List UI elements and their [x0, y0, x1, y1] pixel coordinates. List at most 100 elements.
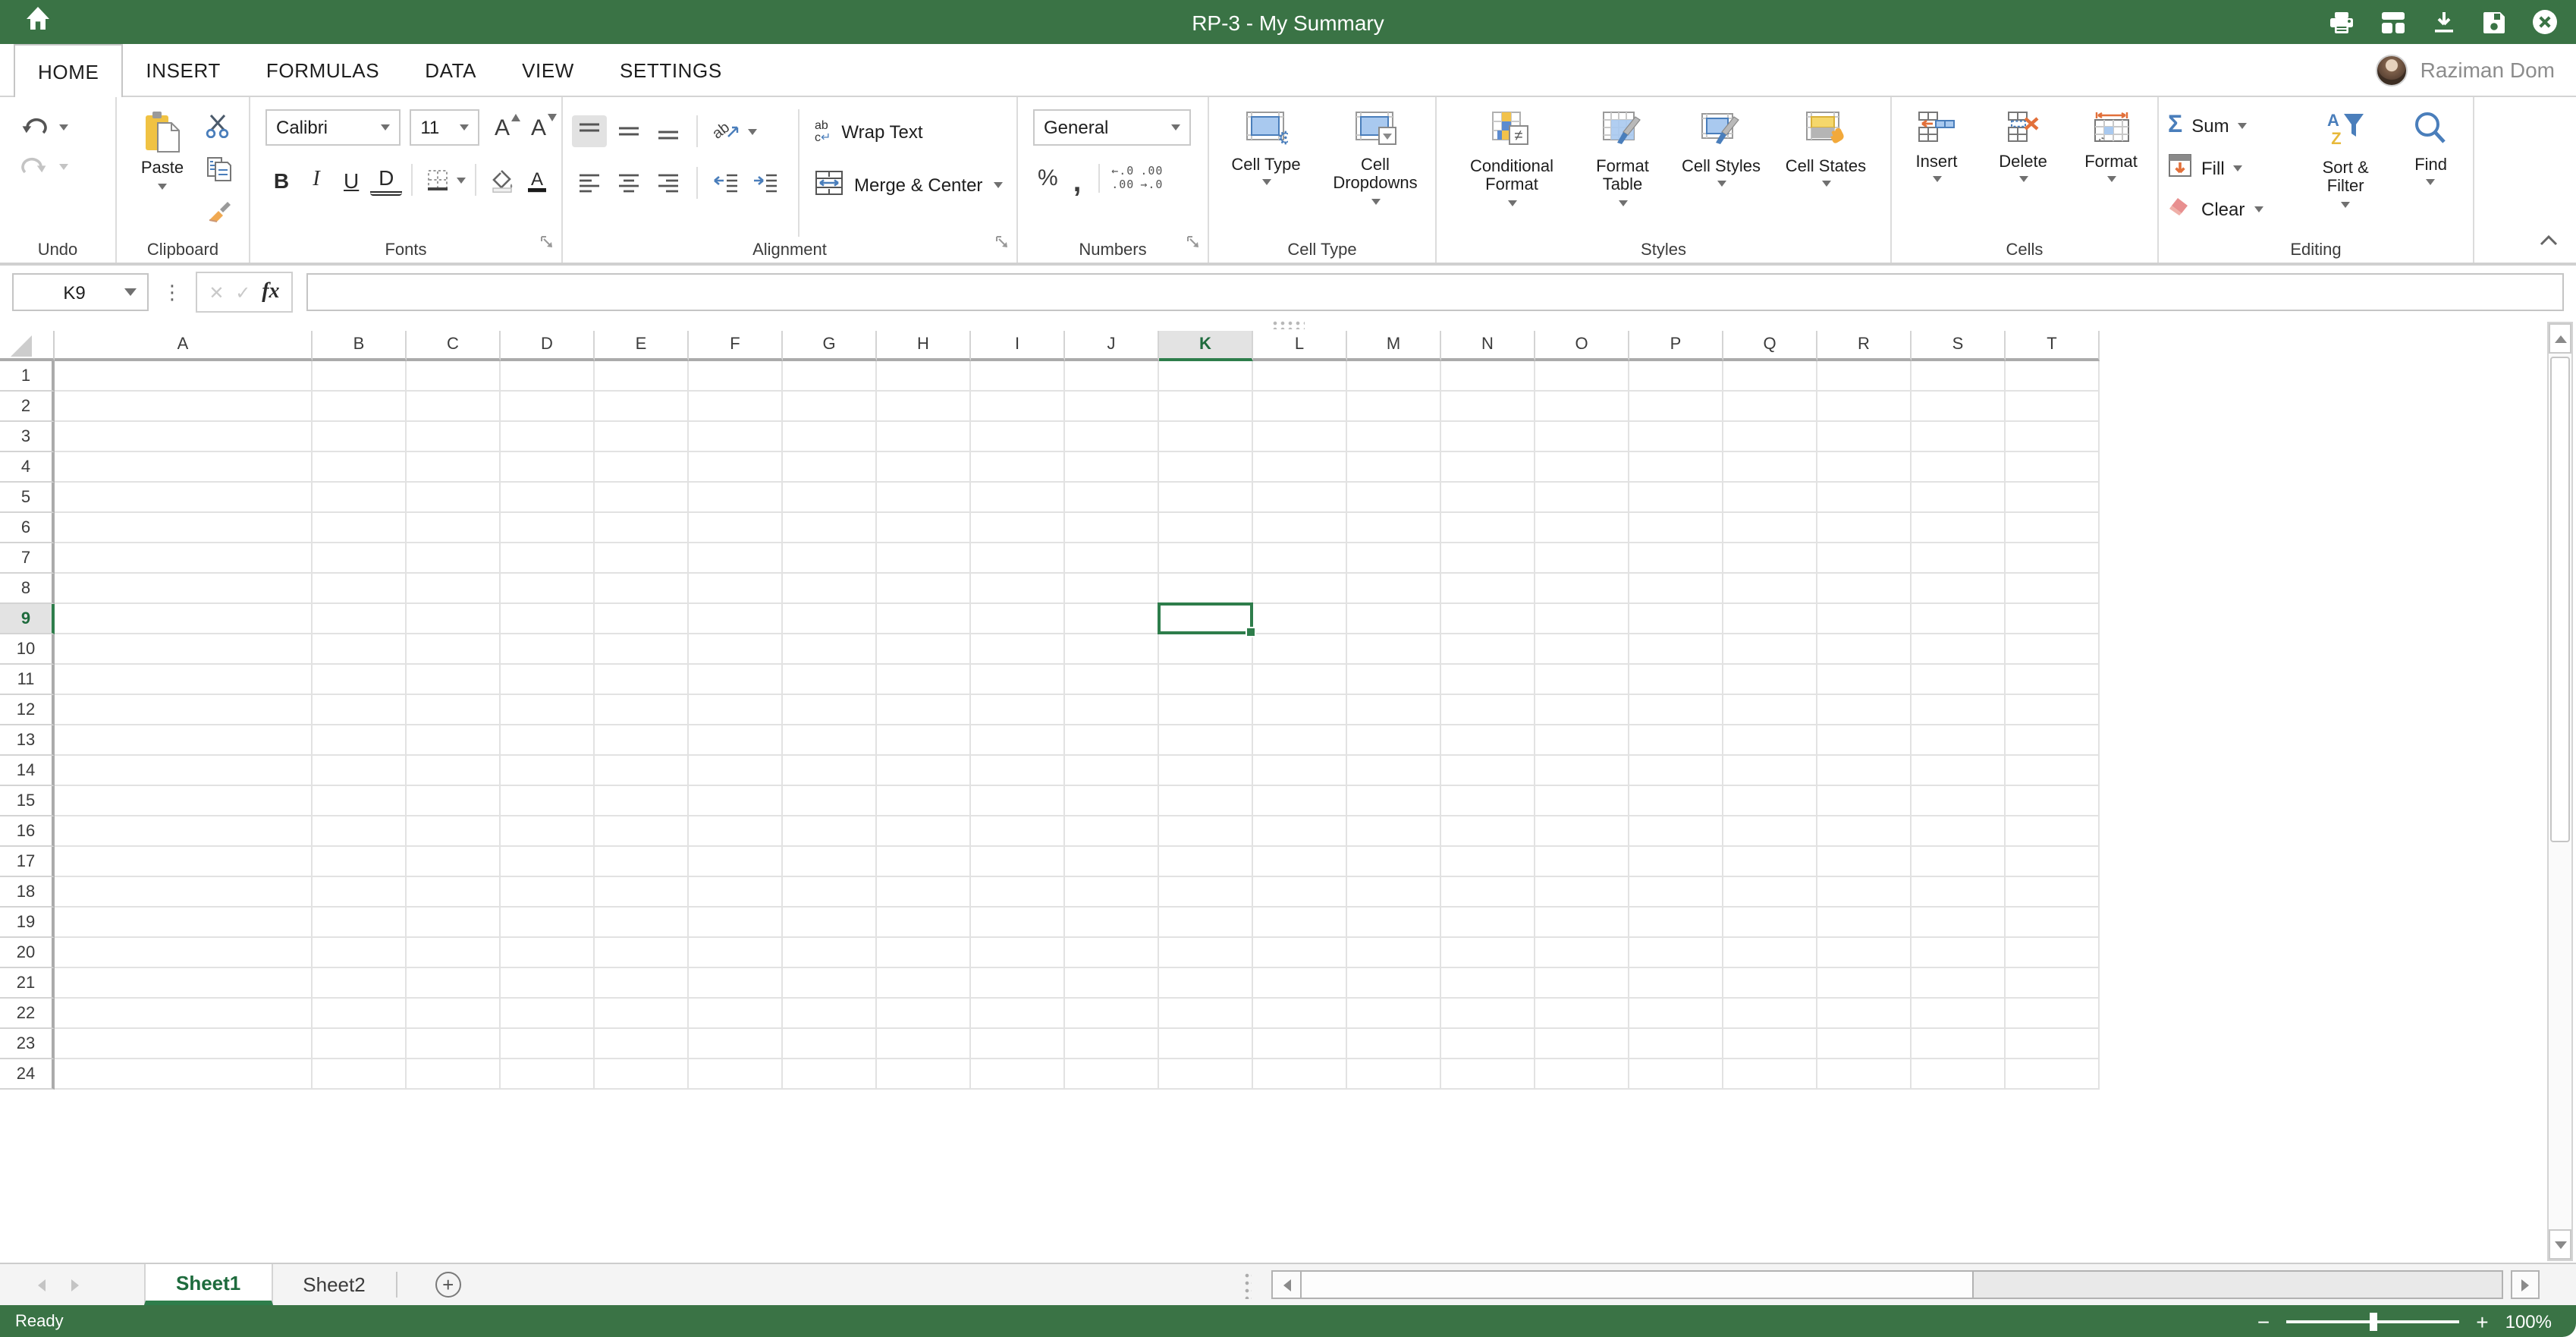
cell-H7[interactable] — [877, 543, 971, 574]
format-painter-icon[interactable] — [205, 200, 232, 232]
cell-type-caret[interactable] — [1261, 180, 1271, 186]
cell-Q10[interactable] — [1723, 634, 1817, 665]
cell-Q15[interactable] — [1723, 786, 1817, 816]
cell-D13[interactable] — [501, 725, 595, 756]
cell-I24[interactable] — [971, 1059, 1065, 1090]
cell-F1[interactable] — [689, 361, 783, 392]
cell-H2[interactable] — [877, 392, 971, 422]
cell-K15[interactable] — [1159, 786, 1253, 816]
cell-P2[interactable] — [1629, 392, 1723, 422]
home-button[interactable] — [26, 6, 50, 38]
cell-type-button[interactable]: ⚙ Cell Type — [1219, 109, 1313, 237]
sum-button[interactable]: Σ Sum — [2168, 112, 2293, 140]
cell-H20[interactable] — [877, 938, 971, 968]
cell-L12[interactable] — [1253, 695, 1347, 725]
cell-A5[interactable] — [55, 483, 313, 513]
cell-L13[interactable] — [1253, 725, 1347, 756]
cell-Q11[interactable] — [1723, 665, 1817, 695]
tab-settings[interactable]: SETTINGS — [597, 44, 745, 96]
cell-M12[interactable] — [1347, 695, 1441, 725]
formula-bar-grip-icon[interactable]: ⋮ — [162, 280, 182, 304]
download-icon[interactable] — [2432, 10, 2456, 34]
cell-S11[interactable] — [1912, 665, 2006, 695]
column-header-I[interactable]: I — [971, 331, 1065, 361]
cell-C18[interactable] — [407, 877, 501, 908]
column-header-J[interactable]: J — [1065, 331, 1159, 361]
row-header-16[interactable]: 16 — [0, 816, 55, 847]
merge-center-caret[interactable] — [993, 182, 1002, 188]
column-header-F[interactable]: F — [689, 331, 783, 361]
cell-P23[interactable] — [1629, 1029, 1723, 1059]
cell-H21[interactable] — [877, 968, 971, 999]
cell-O21[interactable] — [1535, 968, 1629, 999]
row-header-6[interactable]: 6 — [0, 513, 55, 543]
cell-P6[interactable] — [1629, 513, 1723, 543]
row-header-18[interactable]: 18 — [0, 877, 55, 908]
cell-R11[interactable] — [1817, 665, 1912, 695]
column-header-B[interactable]: B — [313, 331, 407, 361]
cell-S10[interactable] — [1912, 634, 2006, 665]
cell-G3[interactable] — [783, 422, 877, 452]
cell-L8[interactable] — [1253, 574, 1347, 604]
cell-S8[interactable] — [1912, 574, 2006, 604]
board-icon[interactable] — [2380, 10, 2406, 34]
cell-T16[interactable] — [2006, 816, 2100, 847]
cell-Q13[interactable] — [1723, 725, 1817, 756]
cell-Q19[interactable] — [1723, 908, 1817, 938]
cell-L16[interactable] — [1253, 816, 1347, 847]
undo-button[interactable] — [21, 117, 106, 137]
fill-color-button[interactable] — [485, 164, 517, 196]
cell-M15[interactable] — [1347, 786, 1441, 816]
cell-H17[interactable] — [877, 847, 971, 877]
cell-L9[interactable] — [1253, 604, 1347, 634]
close-icon[interactable] — [2532, 9, 2558, 35]
vertical-scrollbar[interactable] — [2547, 322, 2573, 1261]
cell-Q3[interactable] — [1723, 422, 1817, 452]
sort-filter-button[interactable]: AZ Sort & Filter — [2302, 109, 2389, 237]
cell-J9[interactable] — [1065, 604, 1159, 634]
cell-I10[interactable] — [971, 634, 1065, 665]
cell-D21[interactable] — [501, 968, 595, 999]
cell-K16[interactable] — [1159, 816, 1253, 847]
cell-P22[interactable] — [1629, 999, 1723, 1029]
cell-C13[interactable] — [407, 725, 501, 756]
cell-F19[interactable] — [689, 908, 783, 938]
cell-H3[interactable] — [877, 422, 971, 452]
cell-A8[interactable] — [55, 574, 313, 604]
cell-T21[interactable] — [2006, 968, 2100, 999]
cell-O13[interactable] — [1535, 725, 1629, 756]
cell-H6[interactable] — [877, 513, 971, 543]
cell-M13[interactable] — [1347, 725, 1441, 756]
cell-E9[interactable] — [595, 604, 689, 634]
underline-button[interactable]: U — [335, 164, 367, 196]
collapse-ribbon-icon[interactable] — [2540, 229, 2558, 250]
add-sheet-button[interactable]: + — [435, 1272, 461, 1298]
cell-S12[interactable] — [1912, 695, 2006, 725]
cell-G8[interactable] — [783, 574, 877, 604]
cell-H19[interactable] — [877, 908, 971, 938]
cell-S15[interactable] — [1912, 786, 2006, 816]
sort-filter-caret[interactable] — [2341, 202, 2350, 208]
cell-O18[interactable] — [1535, 877, 1629, 908]
row-header-4[interactable]: 4 — [0, 452, 55, 483]
cell-P1[interactable] — [1629, 361, 1723, 392]
cell-C16[interactable] — [407, 816, 501, 847]
cell-L11[interactable] — [1253, 665, 1347, 695]
cell-F24[interactable] — [689, 1059, 783, 1090]
cell-M22[interactable] — [1347, 999, 1441, 1029]
cell-P13[interactable] — [1629, 725, 1723, 756]
cell-D9[interactable] — [501, 604, 595, 634]
cell-K4[interactable] — [1159, 452, 1253, 483]
cell-L17[interactable] — [1253, 847, 1347, 877]
cell-styles-caret[interactable] — [1717, 181, 1726, 187]
scroll-up-button[interactable] — [2549, 323, 2571, 354]
cell-Q14[interactable] — [1723, 756, 1817, 786]
cell-O17[interactable] — [1535, 847, 1629, 877]
cell-O6[interactable] — [1535, 513, 1629, 543]
cell-L4[interactable] — [1253, 452, 1347, 483]
cell-Q17[interactable] — [1723, 847, 1817, 877]
cell-S21[interactable] — [1912, 968, 2006, 999]
sheet-tab-sheet2[interactable]: Sheet2 — [272, 1264, 395, 1305]
print-icon[interactable] — [2329, 10, 2355, 34]
cell-M11[interactable] — [1347, 665, 1441, 695]
